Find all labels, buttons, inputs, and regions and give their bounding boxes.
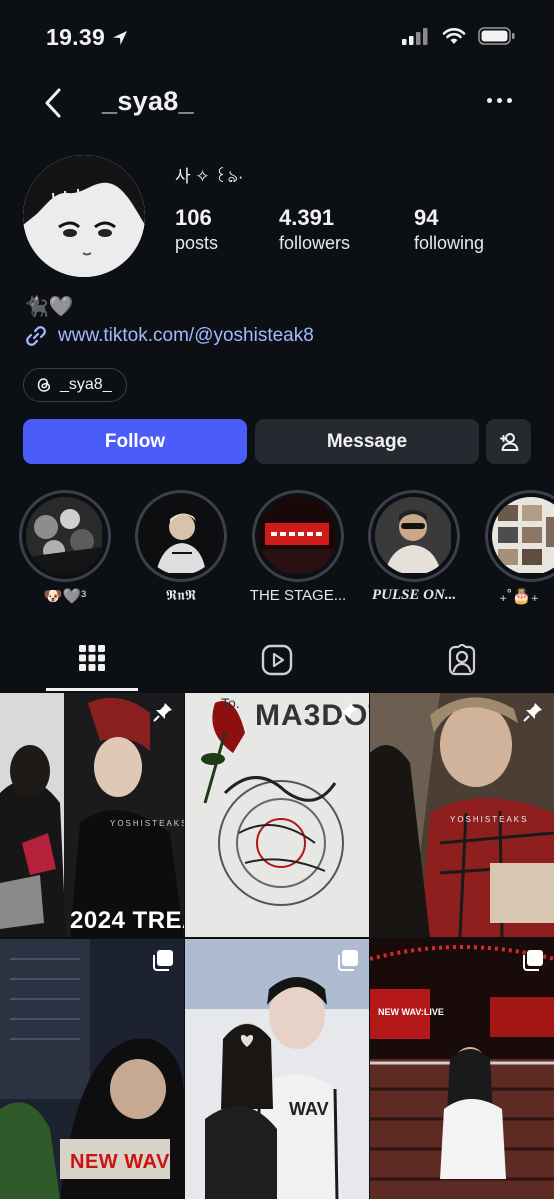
- multiple-photos-icon: [523, 950, 543, 971]
- tagged-person-icon: [448, 644, 476, 676]
- avatar-illustration: [23, 155, 145, 277]
- pinned-icon: [153, 703, 172, 722]
- multiple-photos-icon: [153, 950, 173, 971]
- post-thumbnail[interactable]: NEW WAV:LIVE: [370, 939, 554, 1199]
- profile-link[interactable]: www.tiktok.com/@yoshisteak8: [24, 324, 314, 348]
- threads-icon: [37, 378, 51, 392]
- posts-stat: 106 posts: [175, 206, 218, 256]
- profile-username: _sya8_: [102, 86, 194, 116]
- post-thumbnail[interactable]: YOSHISTEAKS: [370, 693, 554, 937]
- profile-bio: 🐈‍⬛🩶: [24, 296, 74, 318]
- threads-badge[interactable]: _sya8_: [23, 368, 127, 402]
- add-person-icon: [499, 432, 518, 451]
- post-caption-text: 2024 TREASU: [70, 907, 184, 934]
- tab-posts-grid[interactable]: [46, 636, 138, 692]
- posts-count: 106: [175, 205, 212, 230]
- followers-label: followers: [279, 233, 351, 253]
- posts-label: posts: [175, 233, 219, 253]
- pinned-icon: [523, 703, 542, 722]
- highlight-label: 𝕽𝖓𝕽: [165, 587, 197, 604]
- post-image: [0, 693, 184, 937]
- following-stat[interactable]: 94 following: [414, 206, 484, 256]
- link-icon: [26, 326, 46, 346]
- battery-icon: [478, 27, 515, 45]
- wifi-icon: [442, 28, 466, 44]
- highlight-cover: [375, 497, 453, 575]
- more-options-icon[interactable]: [487, 98, 512, 103]
- highlight-item[interactable]: PULSE ON...: [368, 490, 460, 603]
- highlight-label: ₊˚🎂₊: [499, 588, 539, 605]
- profile-avatar[interactable]: [23, 155, 145, 277]
- post-watermark-text: YOSHISTEAKS: [110, 819, 184, 828]
- grid-icon: [79, 645, 105, 671]
- highlight-item[interactable]: ₊˚🎂₊: [485, 490, 554, 605]
- followers-count: 4.391: [279, 205, 335, 230]
- following-count: 94: [414, 205, 439, 230]
- highlight-item[interactable]: THE STAGE...: [250, 490, 346, 604]
- post-image: [370, 939, 554, 1199]
- post-thumbnail[interactable]: WAV: [185, 939, 369, 1199]
- highlight-label: 🐶🩶³: [43, 588, 87, 605]
- follow-button[interactable]: Follow: [23, 419, 247, 464]
- post-caption-text: NEW WAV: [70, 1151, 170, 1173]
- highlight-label: PULSE ON...: [371, 587, 457, 603]
- reels-play-icon: [261, 644, 293, 676]
- back-chevron-icon[interactable]: [40, 86, 68, 120]
- tab-reels[interactable]: [231, 636, 323, 692]
- post-caption-text: NEW WAV:LIVE: [378, 1007, 444, 1017]
- followers-stat[interactable]: 4.391 followers: [279, 206, 350, 256]
- threads-handle: _sya8_: [60, 376, 112, 393]
- post-watermark-text: YOSHISTEAKS: [450, 815, 529, 824]
- post-caption-text: WAV: [289, 1099, 329, 1119]
- story-highlights: 🐶🩶³ 𝕽𝖓𝕽 THE STAGE... PULSE ON... ₊˚🎂₊: [0, 490, 554, 610]
- highlight-item[interactable]: 𝕽𝖓𝕽: [135, 490, 227, 604]
- status-bar: 19.39: [0, 0, 554, 70]
- highlight-label: THE STAGE...: [249, 587, 347, 604]
- highlight-cover: [259, 497, 337, 575]
- active-tab-indicator: [46, 688, 138, 691]
- following-label: following: [414, 233, 485, 253]
- cellular-signal-icon: [402, 28, 428, 45]
- highlight-item[interactable]: 🐶🩶³: [19, 490, 111, 605]
- message-button[interactable]: Message: [255, 419, 479, 464]
- location-arrow-icon: [113, 30, 128, 45]
- profile-tabs: [0, 636, 554, 692]
- profile-display-name: 사 ✧ ꒰ঌ·: [175, 167, 244, 186]
- top-nav: _sya8_: [0, 80, 554, 126]
- highlight-cover: [142, 497, 220, 575]
- post-thumbnail[interactable]: 2024 TREASU YOSHISTEAKS: [0, 693, 184, 937]
- status-time: 19.39: [46, 24, 106, 50]
- post-thumbnail[interactable]: MA3DOT To.: [185, 693, 369, 937]
- posts-grid: 2024 TREASU YOSHISTEAKS MA3DOT To.: [0, 693, 554, 1199]
- profile-link-text[interactable]: www.tiktok.com/@yoshisteak8: [58, 325, 314, 347]
- tab-tagged[interactable]: [416, 636, 508, 692]
- pinned-icon: [338, 703, 357, 722]
- highlight-cover: [26, 497, 104, 575]
- post-thumbnail[interactable]: NEW WAV: [0, 939, 184, 1199]
- highlight-cover: [492, 497, 554, 575]
- multiple-photos-icon: [338, 950, 358, 971]
- post-image: [185, 939, 369, 1199]
- post-note-text: To.: [221, 695, 240, 711]
- suggest-users-button[interactable]: [486, 419, 531, 464]
